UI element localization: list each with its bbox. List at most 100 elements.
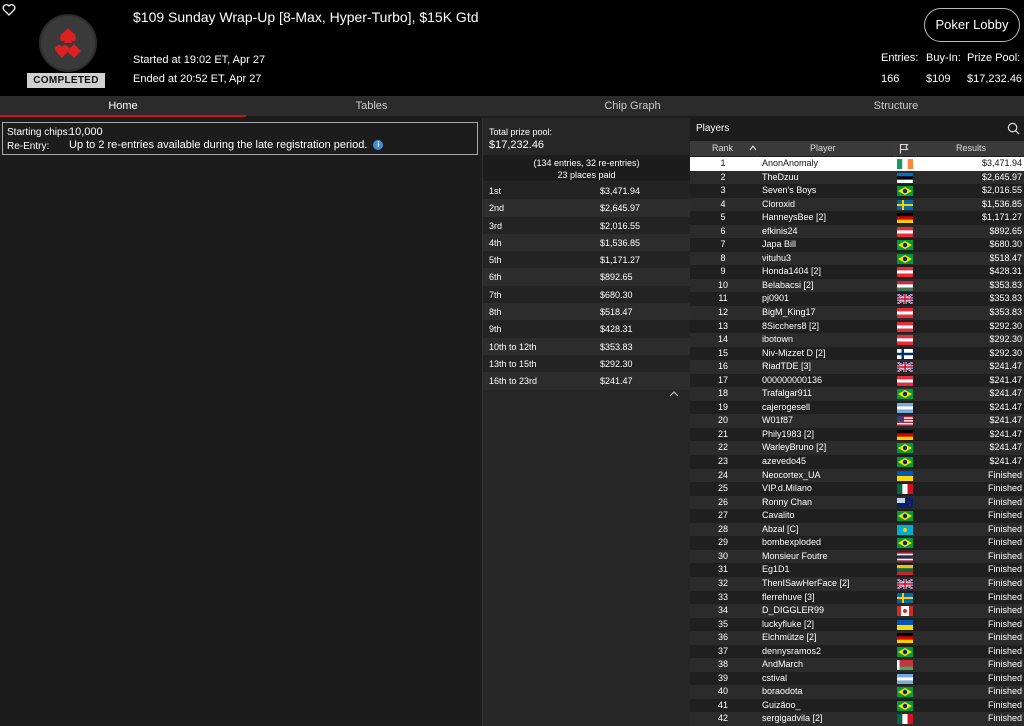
- table-row[interactable]: 7 Japa Bill $680.30: [690, 238, 1024, 252]
- table-row[interactable]: 34 D_DIGGLER99 Finished: [690, 604, 1024, 618]
- country-flag-icon: [897, 335, 913, 346]
- table-row[interactable]: 20 W01f87 $241.47: [690, 414, 1024, 428]
- payout-amount: $292.30: [600, 358, 633, 369]
- player-name: 000000000136: [762, 374, 823, 385]
- player-result: Finished: [987, 550, 1022, 561]
- country-flag-icon: [897, 213, 913, 224]
- player-rank: 17: [717, 374, 728, 385]
- player-name: luckyfluke [2]: [762, 618, 815, 629]
- payout-row: 3rd $2,016.55: [483, 216, 690, 234]
- tournament-info-box: Starting chips: 10,000 Re-Entry: Up to 2…: [2, 122, 478, 155]
- table-row[interactable]: 15 Niv-Mizzet D [2] $292.30: [690, 346, 1024, 361]
- table-row[interactable]: 37 dennysramos2 Finished: [690, 644, 1024, 659]
- table-row[interactable]: 29 bombexploded Finished: [690, 536, 1024, 550]
- poker-lobby-button[interactable]: Poker Lobby: [924, 8, 1020, 42]
- table-row[interactable]: 41 Guizãoo_ Finished: [690, 698, 1024, 713]
- table-row[interactable]: 3 Seven's Boys $2,016.55: [690, 184, 1024, 198]
- player-result: $518.47: [989, 252, 1022, 263]
- table-row[interactable]: 26 Ronny Chan Finished: [690, 495, 1024, 510]
- table-row[interactable]: 30 Monsieur Foutre Finished: [690, 549, 1024, 564]
- player-name: Abzal [C]: [762, 523, 799, 534]
- payout-place: 7th: [489, 289, 502, 300]
- table-row[interactable]: 4 Cloroxid $1,536.85: [690, 197, 1024, 212]
- favorite-heart-icon[interactable]: [2, 3, 16, 17]
- payout-row: 5th $1,171.27: [483, 251, 690, 269]
- country-flag-icon: [897, 470, 913, 481]
- table-row[interactable]: 13 8Sicchers8 [2] $292.30: [690, 319, 1024, 334]
- table-row[interactable]: 32 ThenISawHerFace [2] Finished: [690, 576, 1024, 591]
- table-row[interactable]: 23 azevedo45 $241.47: [690, 455, 1024, 469]
- country-flag-icon: [897, 592, 913, 603]
- collapse-chevron-icon[interactable]: [669, 389, 685, 399]
- payout-amount: $2,016.55: [600, 220, 641, 231]
- col-rank[interactable]: Rank: [712, 143, 733, 153]
- table-row[interactable]: 22 WarleyBruno [2] $241.47: [690, 441, 1024, 456]
- table-row[interactable]: 38 AndMarch Finished: [690, 658, 1024, 672]
- payout-amount: $1,536.85: [600, 237, 641, 248]
- table-row[interactable]: 40 boraodota Finished: [690, 685, 1024, 699]
- tab-chip-graph[interactable]: Chip Graph: [497, 96, 768, 116]
- player-result: $353.83: [989, 293, 1022, 304]
- player-name: Monsieur Foutre: [762, 550, 828, 561]
- table-row[interactable]: 9 Honda1404 [2] $428.31: [690, 265, 1024, 279]
- player-name: W01f87: [762, 415, 794, 426]
- tab-structure[interactable]: Structure: [768, 96, 1024, 116]
- player-result: Finished: [987, 591, 1022, 602]
- table-row[interactable]: 16 RiadTDE [3] $241.47: [690, 360, 1024, 374]
- player-rank: 34: [717, 605, 728, 616]
- table-row[interactable]: 28 Abzal [C] Finished: [690, 522, 1024, 537]
- payout-place: 16th to 23rd: [489, 376, 538, 387]
- table-row[interactable]: 25 VIP.d.Milano Finished: [690, 482, 1024, 496]
- player-result: $292.30: [989, 334, 1022, 345]
- info-icon[interactable]: i: [373, 140, 384, 151]
- table-row[interactable]: 14 ibotown $292.30: [690, 333, 1024, 347]
- table-row[interactable]: 31 Eg1D1 Finished: [690, 563, 1024, 577]
- player-rank: 32: [717, 577, 728, 588]
- player-rank: 39: [717, 672, 728, 683]
- table-row[interactable]: 24 Neocortex_UA Finished: [690, 468, 1024, 483]
- players-column-header: Rank Player Results: [690, 141, 1024, 156]
- col-player[interactable]: Player: [810, 143, 836, 153]
- player-name: VIP.d.Milano: [762, 483, 812, 494]
- table-row[interactable]: 18 Trafalgar911 $241.47: [690, 387, 1024, 401]
- country-flag-icon: [897, 484, 913, 495]
- country-flag-icon: [897, 429, 913, 440]
- table-row[interactable]: 2 TheDzuu $2,645.97: [690, 170, 1024, 185]
- table-row[interactable]: 19 cajerogesell $241.47: [690, 400, 1024, 415]
- player-name: Cavalito: [762, 510, 795, 521]
- col-results[interactable]: Results: [956, 143, 986, 153]
- table-row[interactable]: 8 vituhu3 $518.47: [690, 251, 1024, 266]
- entries-label: Entries:: [881, 52, 919, 64]
- player-name: RiadTDE [3]: [762, 361, 812, 372]
- player-result: Finished: [987, 713, 1022, 724]
- search-icon[interactable]: [1007, 122, 1020, 135]
- country-flag-icon: [897, 457, 913, 468]
- country-flag-icon: [896, 578, 914, 590]
- table-row[interactable]: 11 pj0901 $353.83: [690, 292, 1024, 307]
- player-result: $241.47: [989, 456, 1022, 467]
- country-flag-icon: [897, 186, 913, 197]
- player-rank: 19: [717, 401, 728, 412]
- table-row[interactable]: 42 sergigadvila [2] Finished: [690, 712, 1024, 726]
- player-name: ibotown: [762, 334, 794, 345]
- player-rank: 28: [717, 523, 728, 534]
- player-result: $680.30: [989, 239, 1022, 250]
- table-row[interactable]: 36 Elchmütze [2] Finished: [690, 631, 1024, 645]
- table-row[interactable]: 21 Phily1983 [2] $241.47: [690, 427, 1024, 442]
- table-row[interactable]: 39 cstival Finished: [690, 671, 1024, 686]
- table-row[interactable]: 1 AnonAnomaly $3,471.94: [690, 157, 1024, 171]
- table-row[interactable]: 33 flerrehuve [3] Finished: [690, 590, 1024, 605]
- table-row[interactable]: 12 BigM_King17 $353.83: [690, 306, 1024, 320]
- payout-row: 13th to 15th $292.30: [483, 354, 690, 373]
- table-row[interactable]: 17 000000000136 $241.47: [690, 373, 1024, 388]
- table-row[interactable]: 27 Cavalito Finished: [690, 509, 1024, 523]
- flag-column-icon[interactable]: [899, 143, 909, 154]
- table-row[interactable]: 5 HanneysBee [2] $1,171.27: [690, 211, 1024, 225]
- player-rank: 8: [720, 252, 726, 263]
- tab-tables[interactable]: Tables: [246, 96, 497, 116]
- table-row[interactable]: 35 luckyfluke [2] Finished: [690, 617, 1024, 632]
- payout-amount: $353.83: [600, 341, 633, 352]
- table-row[interactable]: 10 Belabacsi [2] $353.83: [690, 278, 1024, 293]
- tab-home[interactable]: Home: [0, 96, 246, 117]
- table-row[interactable]: 6 efkinis24 $892.65: [690, 224, 1024, 239]
